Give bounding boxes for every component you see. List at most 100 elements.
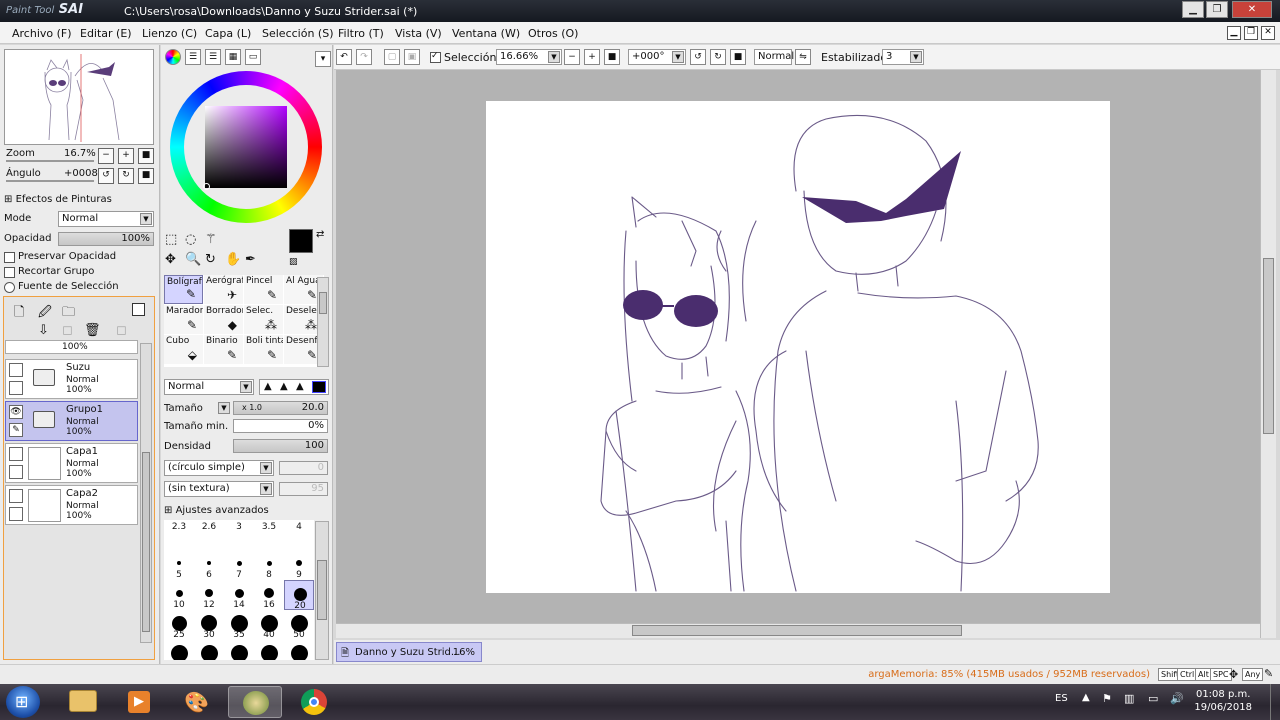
maximize-button[interactable]: ❐ — [1206, 1, 1228, 18]
color-square[interactable] — [205, 106, 287, 188]
eye-icon[interactable]: 👁 — [9, 405, 23, 419]
menu-archivo[interactable]: Archivo (F) — [12, 27, 72, 40]
brush-size-option[interactable]: 10 — [164, 580, 194, 610]
brush-size-option[interactable]: 50 — [284, 610, 314, 640]
brush-size-option[interactable]: 40 — [254, 610, 284, 640]
brush-edge-selector[interactable]: ▲ ▲ ▲ — [259, 379, 329, 395]
clock[interactable]: 01:08 p.m. 19/06/2018 — [1194, 688, 1252, 714]
tool-marker[interactable]: Marador ✎ — [164, 305, 203, 334]
clear-layer-icon[interactable]: ◻ — [62, 323, 73, 338]
deselect-button[interactable]: ▢ — [384, 49, 400, 65]
taskbar-chrome[interactable] — [288, 686, 342, 718]
rotate-tool-icon[interactable]: ↻ — [205, 252, 216, 267]
brush-size-option[interactable]: 60 — [164, 640, 194, 660]
navigator-preview[interactable] — [4, 49, 154, 145]
color-wheel-tab[interactable] — [165, 49, 181, 65]
rotate-left-button[interactable]: ↺ — [98, 168, 114, 184]
zoom-in-button[interactable]: + — [584, 49, 600, 65]
language-indicator[interactable]: ES — [1055, 693, 1068, 704]
clip-group-checkbox[interactable] — [4, 267, 15, 278]
mdi-restore-button[interactable]: ❐ — [1244, 26, 1258, 40]
brush-size-option[interactable]: 12 — [194, 580, 224, 610]
layer-row[interactable]: Capa1 Normal 100% — [5, 443, 138, 483]
zoom-select[interactable]: 16.66% ▼ — [496, 49, 562, 65]
lock-toggle[interactable] — [9, 507, 23, 521]
brush-icon[interactable]: ✎ — [9, 423, 23, 437]
rotate-right-button[interactable]: ↻ — [118, 168, 134, 184]
brush-size-option[interactable]: 3 — [224, 520, 254, 550]
brush-size-option[interactable]: 16 — [254, 580, 284, 610]
brush-size-option[interactable]: 5 — [164, 550, 194, 580]
layer-row-partial[interactable]: 100% — [5, 340, 138, 354]
close-button[interactable]: ✕ — [1232, 1, 1272, 18]
brush-size-option[interactable]: 6 — [194, 550, 224, 580]
tool-grid-scrollbar-thumb[interactable] — [319, 292, 327, 314]
brush-size-option[interactable]: 3.5 — [254, 520, 284, 550]
flag-icon[interactable]: ⚑ — [1102, 692, 1112, 705]
brush-size-option[interactable]: 4 — [284, 520, 314, 550]
start-button[interactable]: ⊞ — [6, 686, 40, 718]
visibility-toggle[interactable] — [9, 447, 23, 461]
new-layer-icon[interactable]: 🗋 — [14, 303, 24, 325]
layer-mask-icon[interactable] — [132, 303, 145, 316]
edge-medium-icon[interactable]: ▲ — [280, 381, 288, 392]
density-slider[interactable]: 100 — [233, 439, 328, 453]
brush-size-option[interactable]: 7 — [224, 550, 254, 580]
panel-menu-button[interactable]: ▾ — [315, 51, 331, 67]
network-icon[interactable]: ▥ — [1124, 692, 1134, 705]
lock-toggle[interactable] — [9, 381, 23, 395]
tool-grid-scrollbar[interactable] — [317, 277, 329, 367]
stabilizer-select[interactable]: 3 ▼ — [882, 49, 924, 65]
taskbar-explorer[interactable] — [56, 686, 110, 718]
preserve-opacity-checkbox[interactable] — [4, 252, 15, 263]
horizontal-scrollbar[interactable] — [336, 623, 1260, 638]
merge-down-icon[interactable]: ⇩ — [38, 323, 49, 338]
layer-scrollbar[interactable] — [140, 343, 152, 643]
edge-full-icon[interactable] — [312, 381, 326, 393]
brush-mode-select[interactable]: Normal ▼ — [164, 379, 254, 395]
move-icon[interactable]: ✥ — [165, 252, 176, 267]
layer-row[interactable]: Suzu Normal 100% — [5, 359, 138, 399]
swatches-tab[interactable]: ▦ — [225, 49, 241, 65]
apply-mask-icon[interactable]: ◻ — [116, 323, 127, 338]
tool-brush[interactable]: Pincel ✎ — [244, 275, 283, 304]
lasso-icon[interactable]: ◌ — [185, 232, 196, 247]
brush-size-option[interactable]: 120 — [284, 640, 314, 660]
redo-button[interactable]: ↷ — [356, 49, 372, 65]
brush-size-option[interactable]: 2.6 — [194, 520, 224, 550]
battery-icon[interactable]: ▭ — [1148, 692, 1158, 705]
taskbar-paint[interactable]: 🎨 — [170, 686, 224, 718]
size-slider[interactable]: x 1.0 20.0 — [233, 401, 328, 415]
edge-hard-icon[interactable]: ▲ — [296, 381, 304, 392]
effects-toggle[interactable]: ⊞ Efectos de Pinturas — [4, 194, 112, 205]
brush-shape-select[interactable]: (círculo simple) ▼ — [164, 460, 274, 476]
new-folder-icon[interactable]: 🗀 — [62, 303, 75, 325]
menu-filtro[interactable]: Filtro (T) — [338, 27, 384, 40]
brush-size-option[interactable]: 2.3 — [164, 520, 194, 550]
menu-seleccion[interactable]: Selección (S) — [262, 27, 334, 40]
show-hidden-icons-icon[interactable]: ▲ — [1082, 692, 1090, 703]
zoom-out-button[interactable]: − — [98, 148, 114, 164]
selection-checkbox[interactable]: ✓ — [430, 51, 441, 63]
brush-size-option[interactable]: 14 — [224, 580, 254, 610]
transparent-color-icon[interactable]: ▨ — [289, 257, 298, 267]
menu-editar[interactable]: Editar (E) — [80, 27, 132, 40]
rotate-left-button[interactable]: ↺ — [690, 49, 706, 65]
advanced-settings-toggle[interactable]: ⊞ Ajustes avanzados — [164, 505, 269, 516]
layer-mode-select[interactable]: Normal ▼ — [58, 211, 154, 227]
brush-size-option[interactable]: 9 — [284, 550, 314, 580]
delete-layer-icon[interactable]: 🗑 — [84, 323, 101, 338]
mdi-minimize-button[interactable]: ▁ — [1227, 26, 1241, 40]
visibility-toggle[interactable] — [9, 489, 23, 503]
mdi-close-button[interactable]: ✕ — [1261, 26, 1275, 40]
edge-soft-icon[interactable]: ▲ — [264, 381, 272, 392]
zoom-reset-button[interactable]: ■ — [604, 49, 620, 65]
color-picker-cursor[interactable] — [203, 183, 210, 190]
tool-binary[interactable]: Binario ✎ — [204, 335, 243, 364]
selection-source-radio[interactable] — [4, 282, 15, 293]
new-linework-layer-icon[interactable]: 🖉 — [38, 303, 52, 325]
brush-shape-strength[interactable]: 0 — [279, 461, 328, 475]
menu-ventana[interactable]: Ventana (W) — [452, 27, 520, 40]
lock-toggle[interactable] — [9, 465, 23, 479]
zoom-in-button[interactable]: + — [118, 148, 134, 164]
